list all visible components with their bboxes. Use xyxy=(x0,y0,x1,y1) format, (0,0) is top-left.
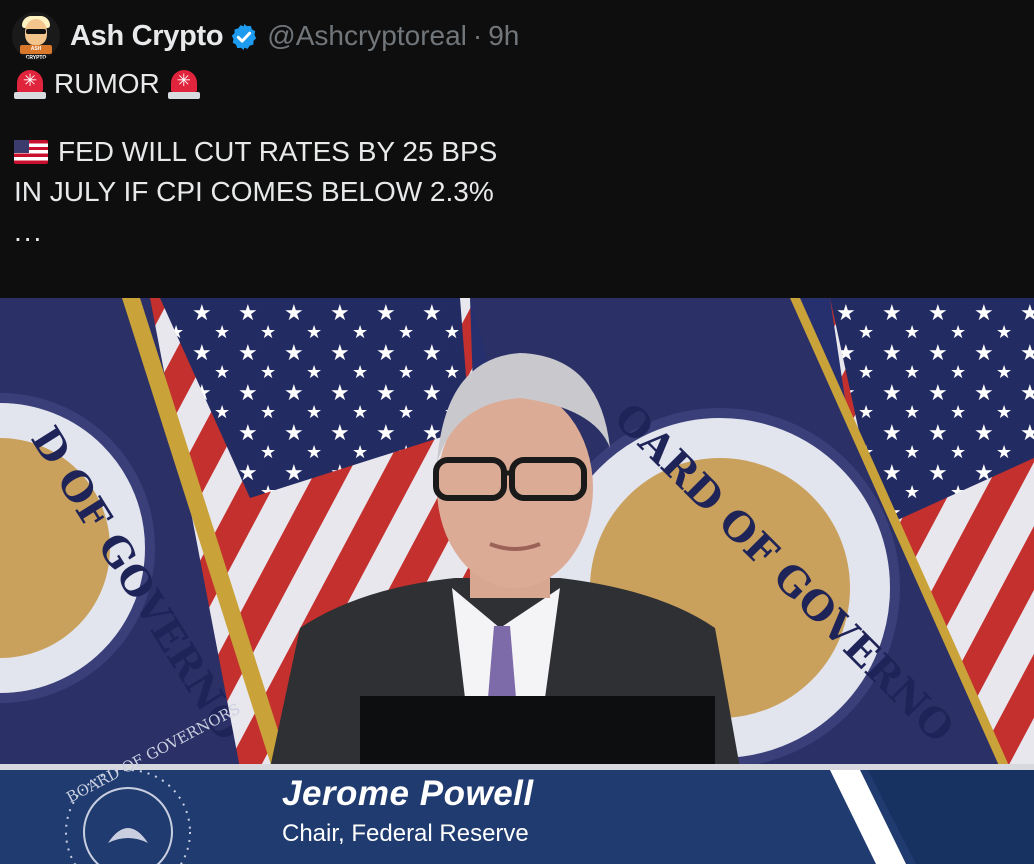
verified-badge-icon xyxy=(232,23,257,51)
show-more-ellipsis[interactable]: ... xyxy=(14,212,43,252)
separator-dot: · xyxy=(472,20,483,51)
speaker-title: Chair, Federal Reserve xyxy=(282,820,529,847)
tweet-photo[interactable]: ★ ★ D OF GOVERNO xyxy=(0,298,1034,864)
tweet-line-3: IN JULY IF CPI COMES BELOW 2.3% xyxy=(14,172,497,212)
lower-third: Jerome Powell Chair, Federal Reserve xyxy=(0,764,1034,864)
siren-icon: ✳ xyxy=(167,68,200,100)
avatar[interactable]: ASH CRYPTO xyxy=(12,12,60,60)
speaker-name: Jerome Powell xyxy=(282,774,534,813)
siren-icon: ✳ xyxy=(14,68,46,100)
us-flag-icon xyxy=(14,140,48,164)
timestamp[interactable]: 9h xyxy=(488,20,519,52)
author-name[interactable]: Ash Crypto xyxy=(70,20,224,53)
tweet-header: ASH CRYPTO Ash Crypto @Ashcryptoreal · 9… xyxy=(12,10,519,62)
tweet-line-4: ... xyxy=(14,212,497,252)
tweet-text: ✳ RUMOR ✳ FED WILL CUT RATES BY 25 BPS I… xyxy=(14,64,497,252)
tweet-line-3-text: IN JULY IF CPI COMES BELOW 2.3% xyxy=(14,176,494,207)
tweet-line-2: FED WILL CUT RATES BY 25 BPS xyxy=(14,132,497,172)
author-handle[interactable]: @Ashcryptoreal xyxy=(267,20,467,52)
tweet-line-2-text: FED WILL CUT RATES BY 25 BPS xyxy=(58,136,498,167)
avatar-label: ASH CRYPTO xyxy=(20,45,52,60)
tweet-line-1: ✳ RUMOR ✳ xyxy=(14,64,497,104)
tweet: ASH CRYPTO Ash Crypto @Ashcryptoreal · 9… xyxy=(0,0,1034,864)
rumor-label: RUMOR xyxy=(54,68,160,99)
